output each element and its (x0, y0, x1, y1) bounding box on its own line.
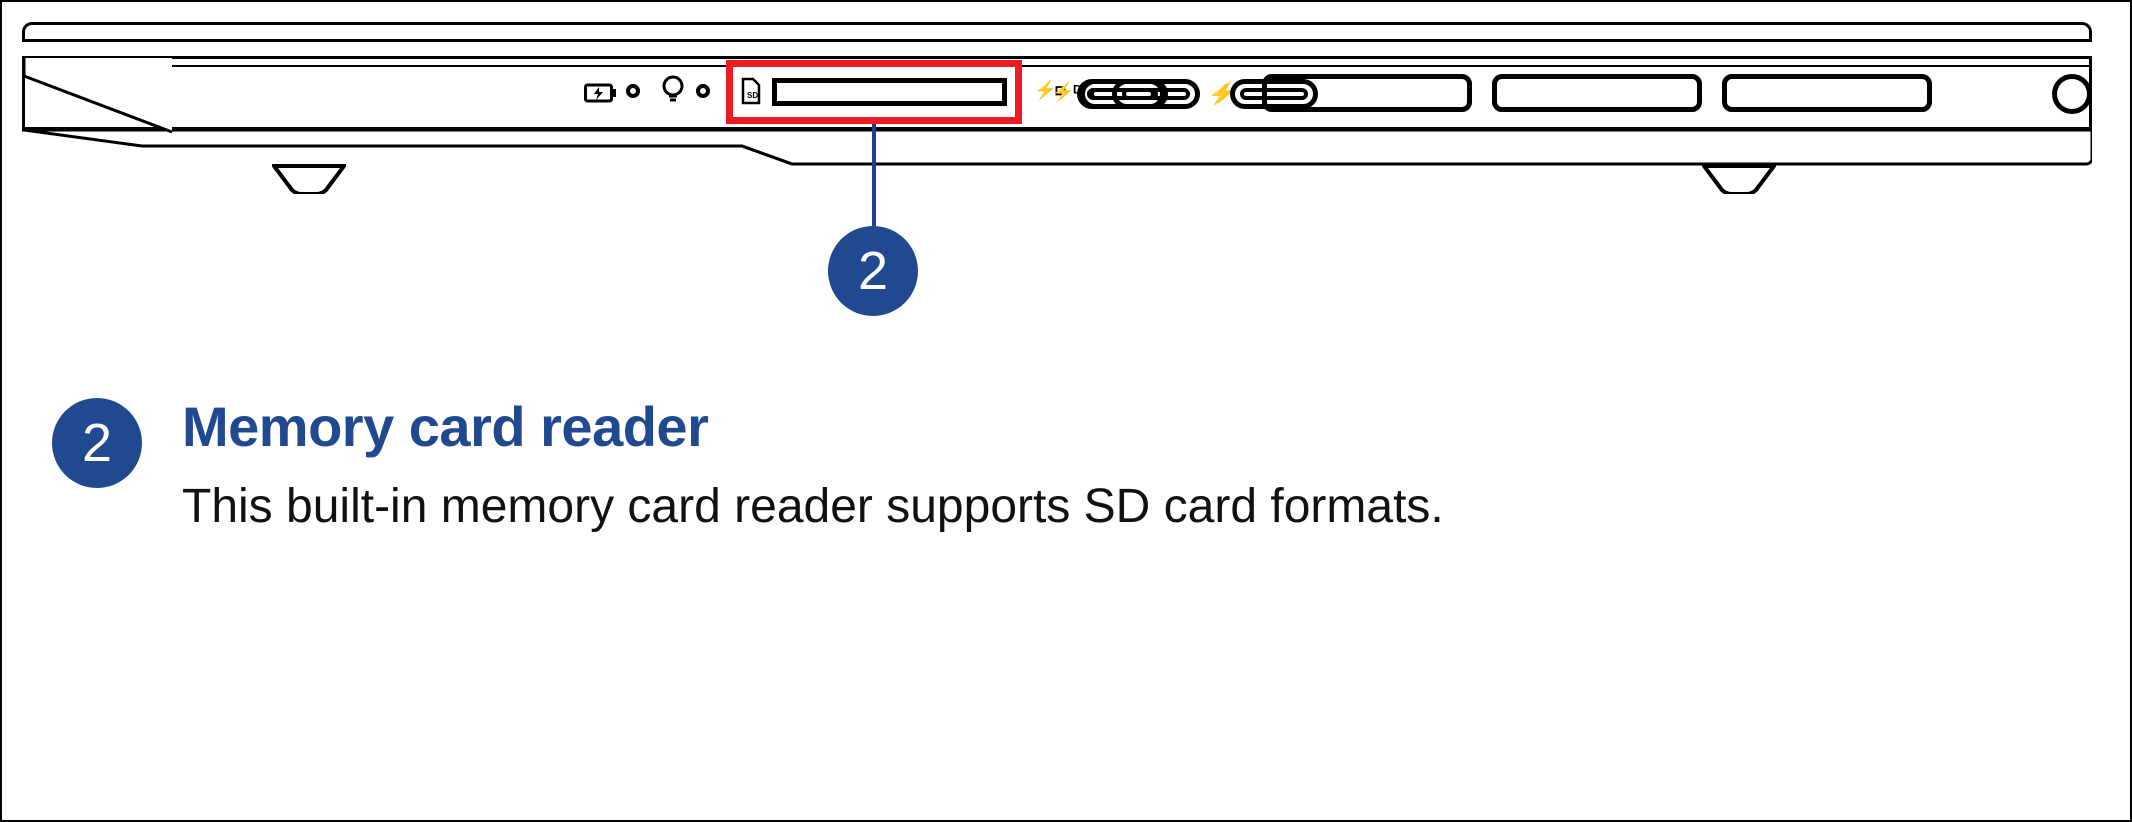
status-led (626, 84, 640, 98)
thunderbolt-icon: ⚡ (1208, 82, 1232, 107)
usb-c-dp-port (1080, 79, 1168, 109)
callout-title: Memory card reader (182, 394, 1444, 459)
dp-lightning-icon: ⚡ᴰ (1052, 82, 1081, 103)
usb-c-thunderbolt-port (1230, 79, 1318, 109)
power-indicator-icon (660, 74, 686, 108)
vent-slot (1492, 74, 1702, 112)
highlight-box (726, 60, 1022, 124)
hinge-knob (2052, 74, 2092, 114)
callout-number: 2 (858, 240, 888, 302)
callout-number-badge: 2 (52, 398, 142, 488)
manual-figure-page: ⚡ ⚡⫐ .usbc:nth-of-type(1){} ⚡ᴰ ⚡ SD (0, 0, 2132, 822)
chassis-top-plate (22, 22, 2092, 42)
callout-leader-line (872, 124, 876, 230)
callout-body: This built-in memory card reader support… (182, 477, 1444, 537)
callout-description: 2 Memory card reader This built-in memor… (52, 394, 2090, 537)
vent-slot (1722, 74, 1932, 112)
device-side-diagram: ⚡ ⚡⫐ .usbc:nth-of-type(1){} ⚡ᴰ ⚡ SD (2, 2, 2130, 342)
callout-number-badge: 2 (828, 226, 918, 316)
rubber-foot (272, 164, 346, 194)
callout-number: 2 (82, 412, 112, 474)
rubber-foot (1702, 164, 1776, 194)
battery-charge-icon (584, 82, 614, 102)
status-led (696, 84, 710, 98)
